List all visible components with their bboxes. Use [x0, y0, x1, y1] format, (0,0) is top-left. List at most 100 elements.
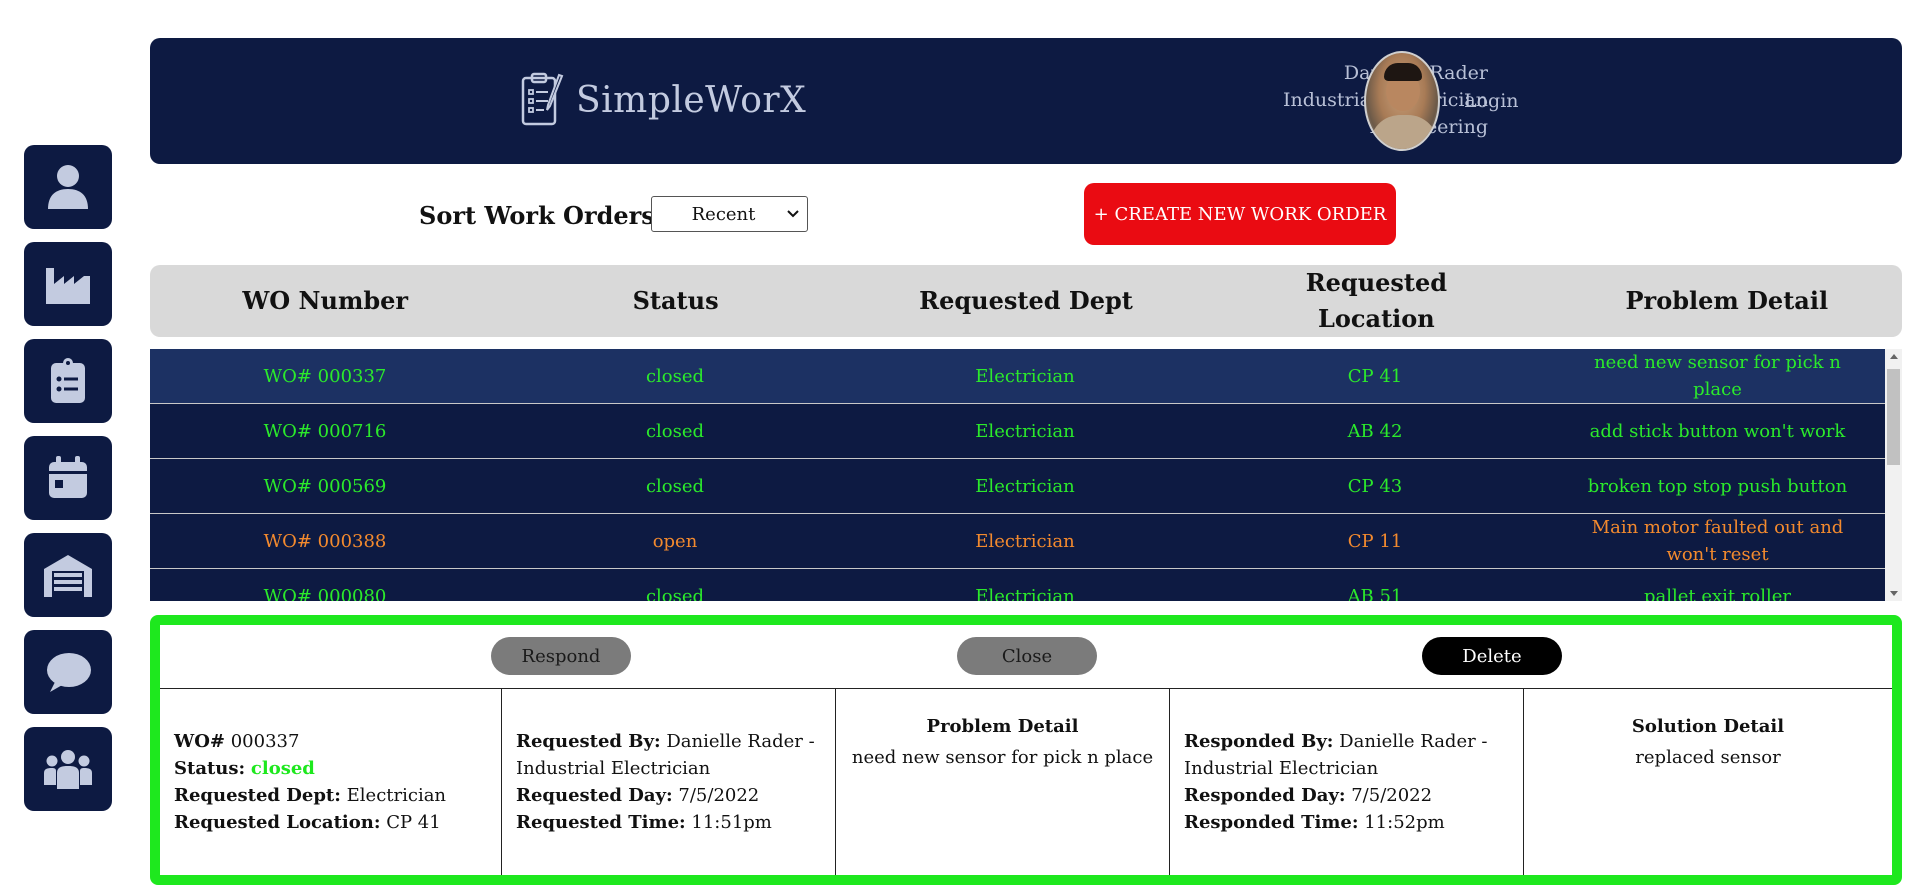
sidebar-item-messages[interactable] — [24, 630, 112, 714]
column-header-status[interactable]: Status — [500, 283, 850, 319]
team-icon — [44, 750, 92, 789]
table-row[interactable]: WO# 000716 closed Electrician AB 42 add … — [150, 404, 1885, 459]
label-requested-day: Requested Day: — [516, 785, 673, 806]
column-header-requested-dept[interactable]: Requested Dept — [851, 283, 1201, 319]
cell-wo-number: WO# 000080 — [263, 585, 387, 602]
table-row[interactable]: WO# 000388 open Electrician CP 11 Main m… — [150, 514, 1885, 569]
label-wo: WO# — [174, 731, 225, 752]
detail-response-info: Responded By: Danielle Rader - Industria… — [1170, 689, 1524, 875]
person-icon — [48, 165, 88, 209]
scroll-up-icon[interactable] — [1890, 354, 1898, 359]
detail-columns: WO# 000337 Status: closed Requested Dept… — [160, 689, 1892, 875]
label-responded-by: Responded By: — [1184, 731, 1334, 752]
detail-problem: Problem Detail need new sensor for pick … — [836, 689, 1170, 875]
label-requested-time: Requested Time: — [516, 812, 686, 833]
cell-wo-number: WO# 000716 — [263, 420, 387, 442]
delete-button[interactable]: Delete — [1422, 637, 1562, 675]
cell-location: CP 43 — [1347, 475, 1403, 497]
clipboard-pen-icon — [521, 72, 564, 126]
cell-wo-number: WO# 000388 — [263, 530, 387, 552]
detail-solution: Solution Detail replaced sensor — [1524, 689, 1892, 875]
cell-dept: Electrician — [975, 585, 1075, 602]
table-row[interactable]: WO# 000080 closed Electrician AB 51 pall… — [150, 569, 1885, 601]
value-requested-location: CP 41 — [386, 812, 441, 833]
clipboard-list-icon — [51, 358, 85, 403]
value-requested-day: 7/5/2022 — [678, 785, 760, 806]
cell-status: closed — [645, 420, 705, 442]
sidebar-item-work-orders[interactable] — [24, 339, 112, 423]
work-order-detail-panel: Respond Close Delete WO# 000337 Status: … — [150, 615, 1902, 885]
value-requested-dept: Electrician — [346, 785, 447, 806]
table-scrollbar[interactable] — [1885, 349, 1902, 601]
cell-dept: Electrician — [975, 530, 1075, 552]
sort-label: Sort Work Orders — [419, 201, 655, 230]
avatar[interactable] — [1364, 51, 1440, 151]
sidebar-item-calendar[interactable] — [24, 436, 112, 520]
chevron-down-icon — [787, 210, 799, 218]
cell-status: open — [652, 530, 698, 552]
sidebar-item-factory[interactable] — [24, 242, 112, 326]
label-solution-detail: Solution Detail — [1631, 716, 1785, 737]
detail-actions: Respond Close Delete — [160, 625, 1892, 689]
scroll-down-icon[interactable] — [1890, 591, 1898, 596]
value-responded-time: 11:52pm — [1364, 812, 1445, 833]
value-solution-detail: replaced sensor — [1635, 747, 1781, 768]
cell-wo-number: WO# 000337 — [263, 365, 387, 387]
cell-dept: Electrician — [975, 420, 1075, 442]
cell-problem-detail: need new sensor for pick n place — [1594, 352, 1841, 400]
detail-summary: WO# 000337 Status: closed Requested Dept… — [160, 689, 502, 875]
label-requested-by: Requested By: — [516, 731, 661, 752]
cell-location: CP 11 — [1347, 530, 1403, 552]
sidebar — [24, 145, 112, 824]
calendar-icon — [49, 456, 87, 498]
app-header: SimpleWorX Danielle Rader Industrial Ele… — [150, 38, 1902, 164]
label-problem-detail: Problem Detail — [926, 716, 1079, 737]
chat-bubble-icon — [47, 653, 91, 692]
cell-status: closed — [645, 365, 705, 387]
cell-location: AB 51 — [1347, 585, 1403, 602]
column-header-wo-number[interactable]: WO Number — [150, 283, 500, 319]
cell-problem-detail: add stick button won't work — [1589, 420, 1846, 442]
cell-dept: Electrician — [975, 475, 1075, 497]
table-row[interactable]: WO# 000337 closed Electrician CP 41 need… — [150, 349, 1885, 404]
cell-dept: Electrician — [975, 365, 1075, 387]
sort-select-value: Recent — [691, 203, 756, 225]
cell-location: CP 41 — [1347, 365, 1403, 387]
warehouse-icon — [44, 555, 92, 597]
label-responded-time: Responded Time: — [1184, 812, 1359, 833]
table-row[interactable]: WO# 000569 closed Electrician CP 43 brok… — [150, 459, 1885, 514]
value-wo: 000337 — [230, 731, 300, 752]
scrollbar-thumb[interactable] — [1887, 369, 1900, 465]
sort-select[interactable]: Recent — [651, 196, 808, 232]
cell-location: AB 42 — [1347, 420, 1403, 442]
cell-status: closed — [645, 585, 705, 602]
cell-status: closed — [645, 475, 705, 497]
cell-wo-number: WO# 000569 — [263, 475, 387, 497]
label-requested-dept: Requested Dept: — [174, 785, 341, 806]
cell-problem-detail: broken top stop push button — [1587, 475, 1848, 497]
value-requested-time: 11:51pm — [691, 812, 772, 833]
login-link[interactable]: Login — [1464, 90, 1519, 112]
label-requested-location: Requested Location: — [174, 812, 381, 833]
create-work-order-button[interactable]: + CREATE NEW WORK ORDER — [1084, 183, 1396, 245]
factory-icon — [46, 268, 90, 304]
label-responded-day: Responded Day: — [1184, 785, 1346, 806]
sidebar-item-team[interactable] — [24, 727, 112, 811]
cell-problem-detail: pallet exit roller — [1643, 585, 1792, 602]
respond-button[interactable]: Respond — [491, 637, 631, 675]
detail-request-info: Requested By: Danielle Rader - Industria… — [502, 689, 836, 875]
value-status: closed — [250, 758, 315, 779]
table-header: WO Number Status Requested Dept Requeste… — [150, 265, 1902, 337]
value-responded-day: 7/5/2022 — [1351, 785, 1433, 806]
cell-problem-detail: Main motor faulted out and won't reset — [1591, 517, 1844, 565]
column-header-problem-detail[interactable]: Problem Detail — [1552, 283, 1902, 319]
app-name: SimpleWorX — [576, 79, 807, 121]
sidebar-item-profile[interactable] — [24, 145, 112, 229]
value-problem-detail: need new sensor for pick n place — [851, 747, 1154, 768]
work-order-table: WO# 000337 closed Electrician CP 41 need… — [150, 349, 1885, 601]
column-header-requested-location[interactable]: Requested Location — [1201, 265, 1551, 337]
label-status: Status: — [174, 758, 246, 779]
sidebar-item-warehouse[interactable] — [24, 533, 112, 617]
close-button[interactable]: Close — [957, 637, 1097, 675]
app-logo: SimpleWorX — [520, 70, 806, 130]
